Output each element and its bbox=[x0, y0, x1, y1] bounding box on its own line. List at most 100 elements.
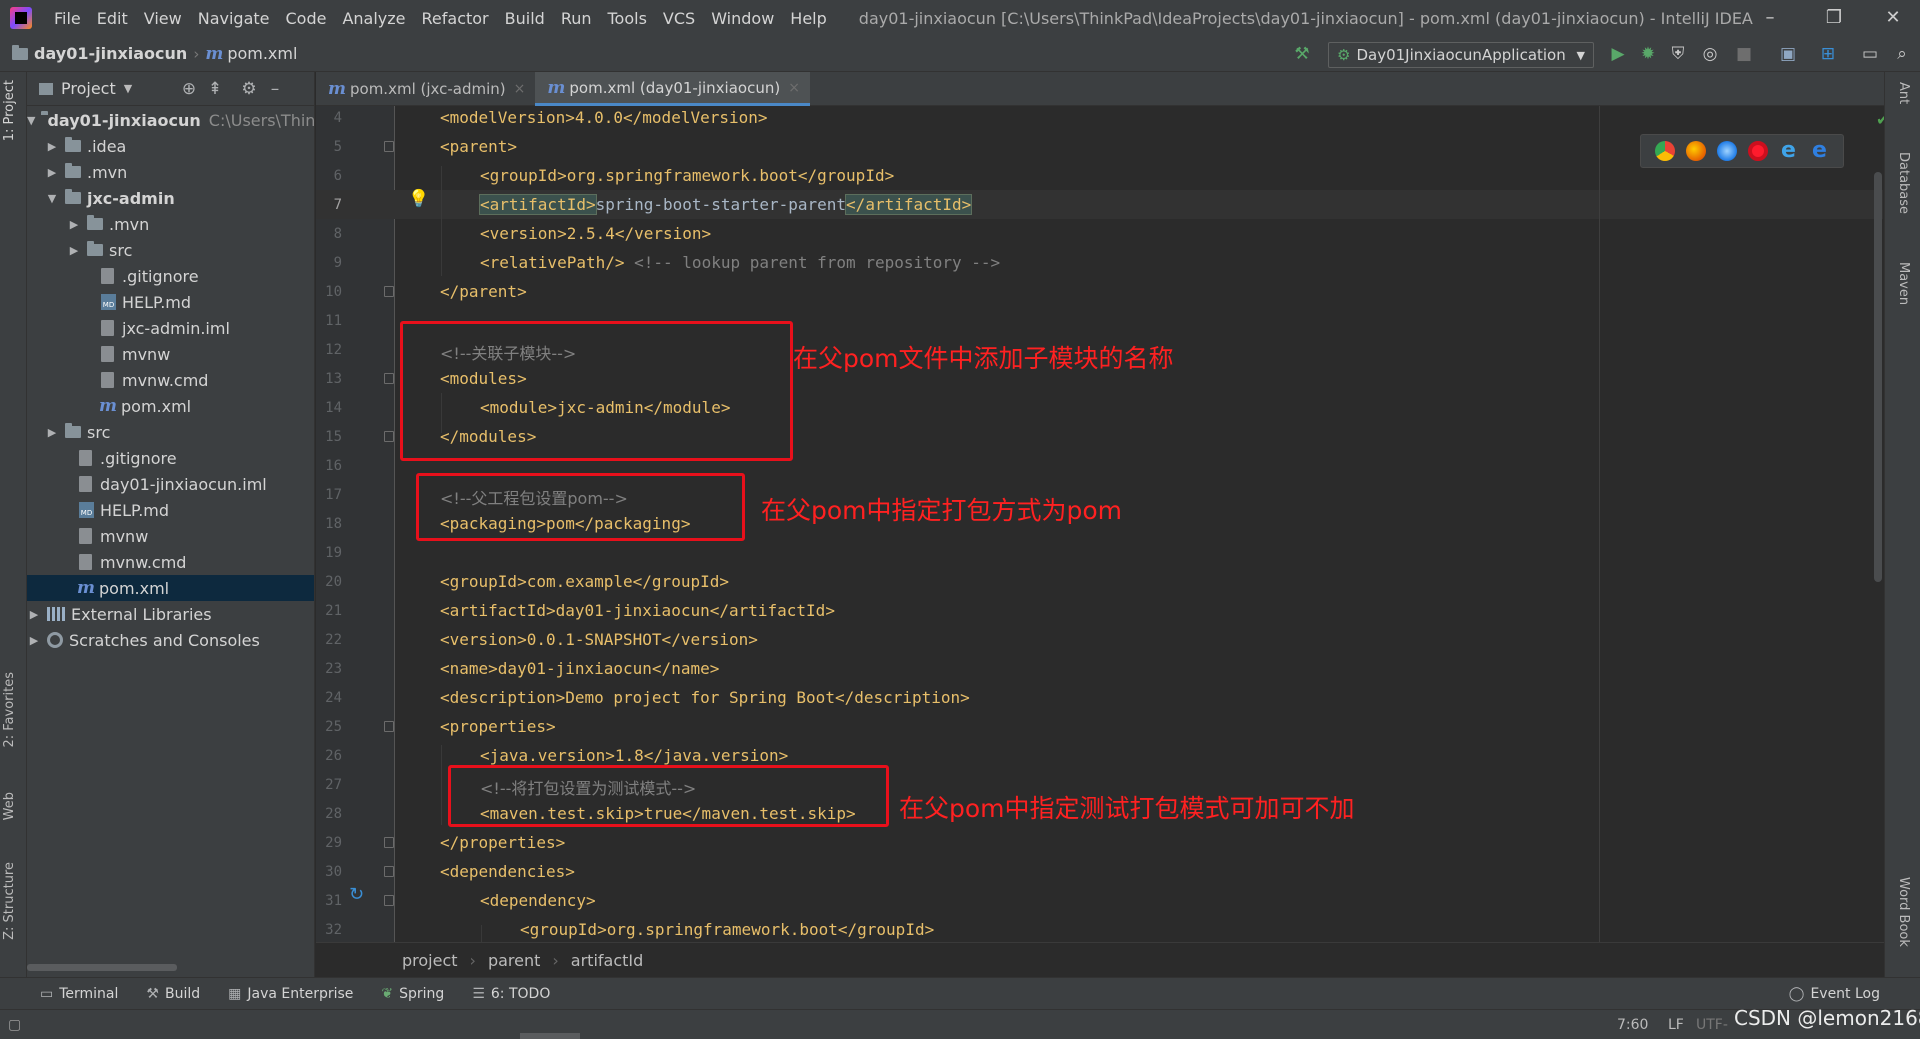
menu-file[interactable]: File bbox=[46, 9, 89, 28]
search-icon[interactable]: ⌕ bbox=[1892, 44, 1912, 64]
menu-analyze[interactable]: Analyze bbox=[334, 9, 413, 28]
toggle-tool-windows-icon[interactable]: ▢ bbox=[8, 1017, 21, 1033]
project-structure-icon[interactable]: ▣ bbox=[1778, 44, 1798, 64]
fold-marker[interactable] bbox=[384, 721, 394, 732]
tab-pom-jxc-admin[interactable]: m pom.xml (jxc-admin) × bbox=[316, 72, 535, 106]
menu-build[interactable]: Build bbox=[497, 9, 553, 28]
menu-tools[interactable]: Tools bbox=[600, 9, 655, 28]
chevron-down-icon[interactable]: ▼ bbox=[124, 82, 132, 95]
tree-item-root[interactable]: ▼ day01-jinxiaocun C:\Users\Thin bbox=[27, 107, 314, 133]
tree-item-jxc-mvnw[interactable]: mvnw bbox=[27, 341, 314, 367]
tree-item-jxc-pom[interactable]: m pom.xml bbox=[27, 393, 314, 419]
horizontal-scrollbar[interactable] bbox=[27, 964, 177, 971]
gear-icon[interactable]: ⚙ bbox=[239, 79, 259, 99]
firefox-icon[interactable] bbox=[1685, 141, 1706, 161]
hide-icon[interactable]: – bbox=[265, 79, 285, 99]
tab-structure-tool[interactable]: Z: Structure bbox=[2, 862, 17, 940]
minimize-button[interactable]: – bbox=[1758, 6, 1782, 30]
tree-item-mvn[interactable]: ▶ .mvn bbox=[27, 159, 314, 185]
build-tool-button[interactable]: ⚒ Build bbox=[146, 986, 200, 1002]
tab-database-tool[interactable]: Database bbox=[1896, 152, 1911, 214]
line-separator[interactable]: LF bbox=[1668, 1017, 1684, 1033]
menu-refactor[interactable]: Refactor bbox=[414, 9, 497, 28]
tree-item-jxc-iml[interactable]: jxc-admin.iml bbox=[27, 315, 314, 341]
tree-item-src[interactable]: ▶ src bbox=[27, 419, 314, 445]
tree-item-jxc-mvnw-cmd[interactable]: mvnw.cmd bbox=[27, 367, 314, 393]
tree-item-external-libraries[interactable]: ▶ External Libraries bbox=[27, 601, 314, 627]
profile-icon[interactable]: ◎ bbox=[1700, 44, 1720, 64]
tree-item-iml[interactable]: day01-jinxiaocun.iml bbox=[27, 471, 314, 497]
tree-item-jxc-admin[interactable]: ▼ jxc-admin bbox=[27, 185, 314, 211]
menu-edit[interactable]: Edit bbox=[89, 9, 136, 28]
debug-icon[interactable]: ✹ bbox=[1638, 44, 1658, 64]
tree-item-gitignore[interactable]: .gitignore bbox=[27, 445, 314, 471]
event-log-button[interactable]: ◯ Event Log bbox=[1789, 986, 1880, 1002]
todo-tool-button[interactable]: ☰ 6: TODO bbox=[472, 986, 550, 1002]
menu-view[interactable]: View bbox=[136, 9, 190, 28]
tree-item-mvnw[interactable]: mvnw bbox=[27, 523, 314, 549]
chrome-icon[interactable] bbox=[1654, 141, 1675, 161]
vertical-scrollbar[interactable] bbox=[1874, 172, 1882, 582]
spring-tool-button[interactable]: ❦ Spring bbox=[381, 986, 444, 1002]
locate-icon[interactable]: ⊕ bbox=[179, 79, 199, 99]
menu-navigate[interactable]: Navigate bbox=[190, 9, 278, 28]
fold-marker[interactable] bbox=[384, 837, 394, 848]
project-view-select[interactable]: Project bbox=[61, 79, 116, 98]
stop-icon[interactable]: ■ bbox=[1734, 44, 1754, 64]
run-configuration-select[interactable]: ⚙ Day01JinxiaocunApplication ▼ bbox=[1328, 42, 1594, 68]
fold-marker[interactable] bbox=[384, 866, 394, 877]
tree-item-jxc-help[interactable]: MD HELP.md bbox=[27, 289, 314, 315]
java-enterprise-tool-button[interactable]: ▦ Java Enterprise bbox=[228, 986, 353, 1002]
file-encoding[interactable]: UTF- bbox=[1696, 1017, 1728, 1033]
fold-marker[interactable] bbox=[384, 431, 394, 442]
lightbulb-icon[interactable]: 💡 bbox=[408, 189, 429, 209]
tree-item-mvnw-cmd[interactable]: mvnw.cmd bbox=[27, 549, 314, 575]
build-hammer-icon[interactable]: ⚒ bbox=[1292, 44, 1312, 64]
caret-position[interactable]: 7:60 bbox=[1617, 1017, 1648, 1033]
terminal-tool-button[interactable]: ▭ Terminal bbox=[40, 986, 118, 1002]
menu-vcs[interactable]: VCS bbox=[655, 9, 703, 28]
opera-icon[interactable] bbox=[1747, 141, 1768, 161]
close-icon[interactable]: × bbox=[788, 80, 800, 96]
fold-marker[interactable] bbox=[384, 286, 394, 297]
tree-item-jxc-mvn[interactable]: ▶ .mvn bbox=[27, 211, 314, 237]
close-icon[interactable]: × bbox=[514, 81, 526, 97]
tree-item-jxc-src[interactable]: ▶ src bbox=[27, 237, 314, 263]
line-number: 28 bbox=[325, 806, 342, 822]
tab-wordbook-tool[interactable]: Word Book bbox=[1896, 877, 1911, 947]
close-window-button[interactable]: ✕ bbox=[1881, 6, 1905, 30]
menu-run[interactable]: Run bbox=[553, 9, 600, 28]
fold-marker[interactable] bbox=[384, 141, 394, 152]
safari-icon[interactable] bbox=[1716, 141, 1737, 161]
dependency-update-icon[interactable]: ↻ bbox=[349, 884, 364, 905]
breadcrumb-project[interactable]: project bbox=[402, 951, 458, 970]
tree-item-scratches[interactable]: ▶ Scratches and Consoles bbox=[27, 627, 314, 653]
breadcrumb-artifactid[interactable]: artifactId bbox=[571, 951, 643, 970]
translate-icon[interactable]: ⊞ bbox=[1818, 44, 1838, 64]
coverage-icon[interactable]: ⛨ bbox=[1668, 44, 1688, 64]
tree-item-pom-selected[interactable]: m pom.xml bbox=[27, 575, 314, 601]
tab-pom-day01[interactable]: m pom.xml (day01-jinxiaocun) × bbox=[535, 72, 810, 106]
tab-web-tool[interactable]: Web bbox=[2, 792, 17, 820]
fold-marker[interactable] bbox=[384, 373, 394, 384]
restore-button[interactable]: ❐ bbox=[1822, 6, 1846, 30]
tab-maven-tool[interactable]: Maven bbox=[1896, 262, 1911, 305]
tab-favorites-tool[interactable]: 2: Favorites bbox=[2, 672, 17, 748]
layout-icon[interactable]: ▭ bbox=[1860, 44, 1880, 64]
ie-icon[interactable]: e bbox=[1779, 140, 1799, 162]
tree-item-jxc-gitignore[interactable]: .gitignore bbox=[27, 263, 314, 289]
edge-icon[interactable]: e bbox=[1810, 140, 1830, 162]
nav-project-crumb[interactable]: day01-jinxiaocun bbox=[12, 44, 187, 63]
fold-marker[interactable] bbox=[384, 895, 394, 906]
tree-item-idea[interactable]: ▶ .idea bbox=[27, 133, 314, 159]
tree-item-help[interactable]: MD HELP.md bbox=[27, 497, 314, 523]
menu-code[interactable]: Code bbox=[278, 9, 335, 28]
menu-help[interactable]: Help bbox=[782, 9, 834, 28]
menu-window[interactable]: Window bbox=[703, 9, 782, 28]
run-icon[interactable]: ▶ bbox=[1608, 44, 1628, 64]
breadcrumb-parent[interactable]: parent bbox=[488, 951, 540, 970]
nav-file-crumb[interactable]: m pom.xml bbox=[205, 44, 297, 64]
tab-ant-tool[interactable]: Ant bbox=[1896, 82, 1911, 104]
collapse-all-icon[interactable]: ⇞ bbox=[205, 79, 225, 99]
tab-project-tool[interactable]: 1: Project bbox=[2, 80, 17, 141]
